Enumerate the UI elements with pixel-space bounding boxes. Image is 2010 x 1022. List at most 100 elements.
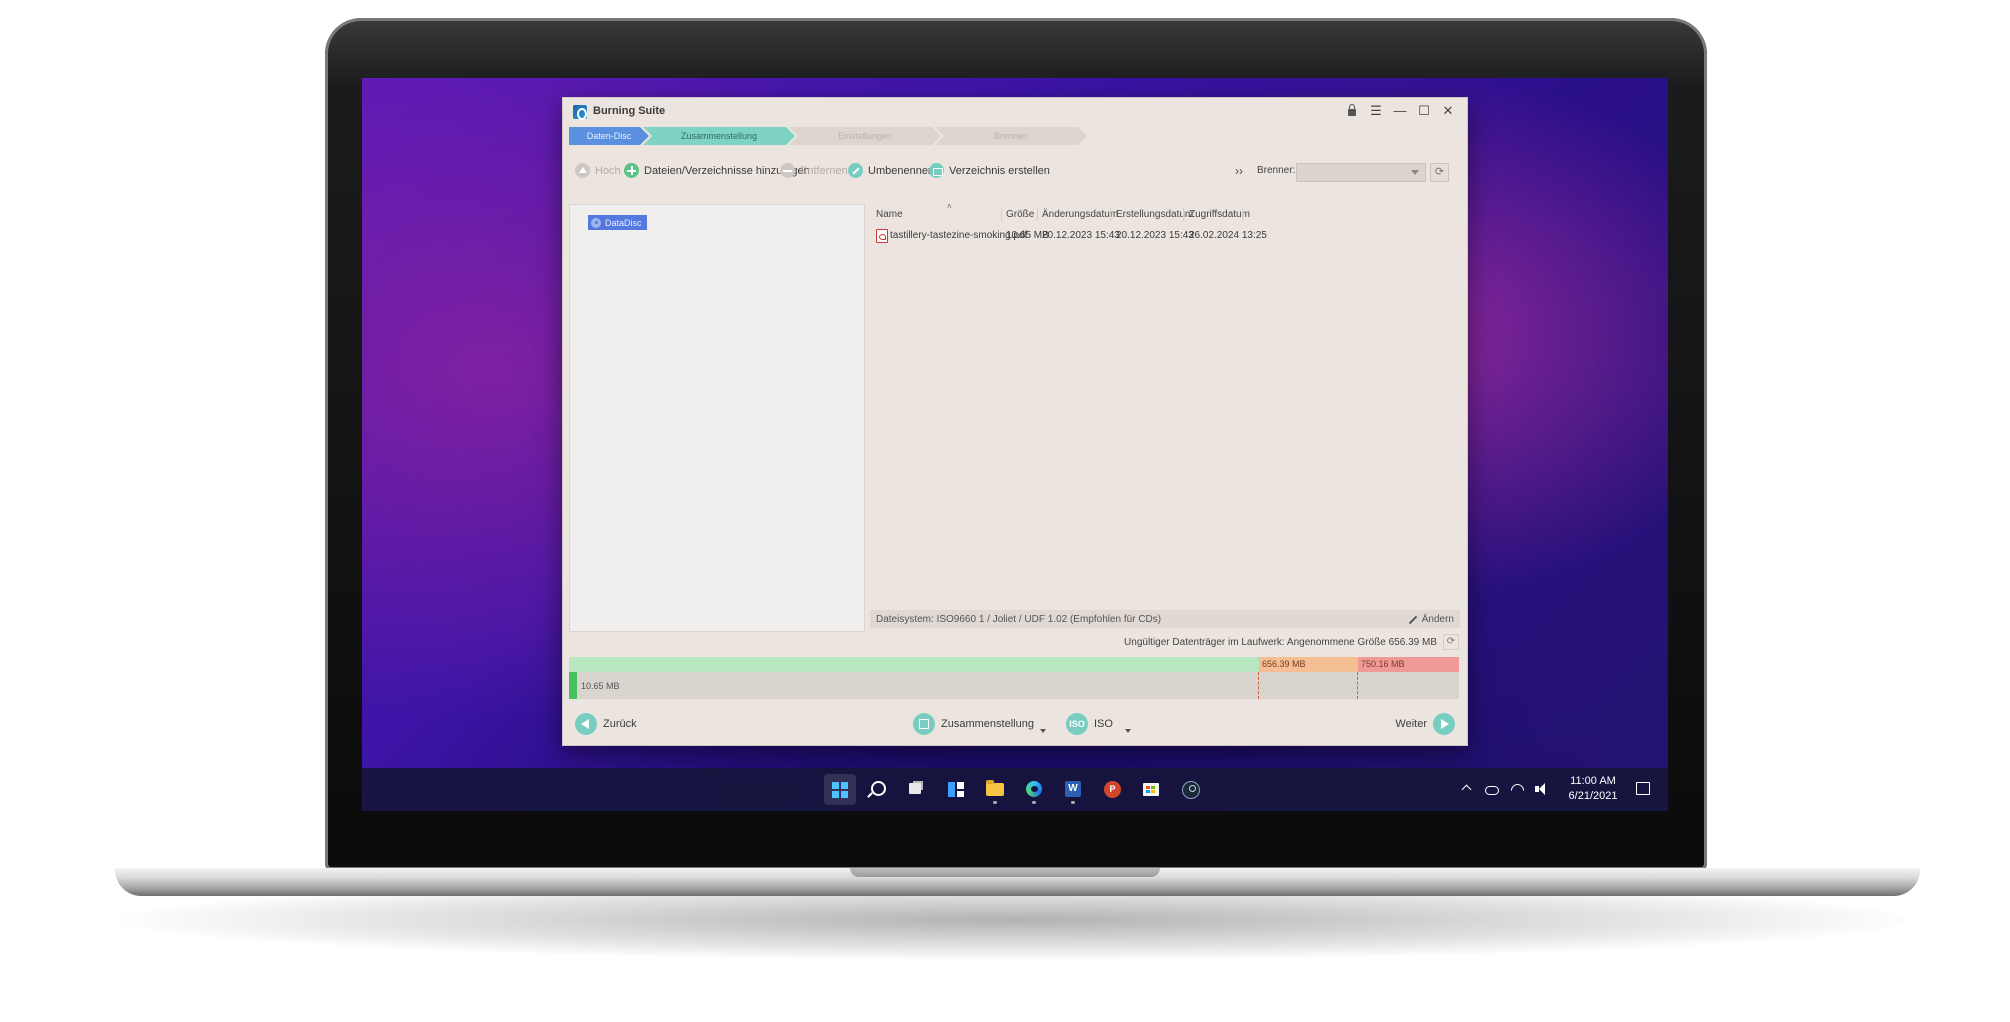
powerpoint-button[interactable]: P	[1096, 774, 1128, 805]
back-button[interactable]: Zurück	[575, 713, 637, 735]
store-button[interactable]	[1135, 774, 1167, 805]
create-folder-button[interactable]: Verzeichnis erstellen	[929, 163, 1050, 178]
clock-date: 6/21/2021	[1568, 790, 1618, 802]
capacity-mark-line	[1357, 672, 1358, 699]
onedrive-cloud-icon[interactable]	[1484, 782, 1499, 796]
clock[interactable]: 11:00 AM 6/21/2021	[1560, 774, 1626, 804]
column-divider[interactable]	[1110, 207, 1111, 221]
step-zusammenstellung[interactable]: Zusammenstellung	[643, 127, 795, 145]
column-header-size[interactable]: Größe	[1006, 209, 1034, 220]
up-button[interactable]: Hoch	[575, 163, 621, 178]
back-arrow-icon	[575, 713, 597, 735]
title-bar: Burning Suite ☰ — ☐ ✕	[563, 98, 1467, 124]
burner-select[interactable]	[1296, 163, 1426, 182]
column-header-modified[interactable]: Änderungsdatum	[1042, 209, 1118, 220]
burner-refresh-button[interactable]: ⟳	[1430, 163, 1449, 182]
remove-label: Entfernen	[800, 164, 848, 177]
file-modified: 20.12.2023 15:43	[1042, 230, 1120, 241]
taskbar: W P 11:00 AM 6/21/2021	[362, 768, 1668, 811]
capacity-mark-750: 750.16 MB	[1361, 659, 1405, 669]
edge-button[interactable]	[1018, 774, 1050, 805]
capacity-used-label: 10.65 MB	[581, 681, 620, 691]
rename-pen-icon	[848, 163, 863, 178]
bottom-navigation: Zurück Zusammenstellung ISO ISO Weiter	[563, 703, 1467, 743]
edge-icon	[1026, 781, 1042, 797]
running-indicator	[1032, 801, 1036, 804]
column-divider[interactable]	[1183, 207, 1184, 221]
wifi-icon[interactable]	[1510, 782, 1524, 796]
column-divider[interactable]	[1037, 207, 1038, 221]
disc-status-text: Ungültiger Datenträger im Laufwerk: Ange…	[1124, 637, 1437, 648]
filesystem-edit-button[interactable]: Ändern	[1408, 614, 1454, 625]
step-einstellungen[interactable]: Einstellungen	[789, 127, 941, 145]
window-title: Burning Suite	[593, 105, 666, 117]
column-divider[interactable]	[1001, 207, 1002, 221]
show-hidden-icons-chevron-icon[interactable]	[1460, 782, 1474, 796]
dropdown-arrow-icon	[1039, 729, 1046, 733]
capacity-ok-zone	[569, 657, 1259, 672]
file-created: 20.12.2023 15:43	[1116, 230, 1194, 241]
file-list: Name ˄ Größe Änderungsdatum Erstellungsd…	[870, 202, 1460, 609]
next-button[interactable]: Weiter	[1395, 713, 1455, 735]
tree-node-label: DataDisc	[605, 217, 642, 228]
compilation-label: Zusammenstellung	[941, 718, 1034, 730]
file-explorer-icon	[986, 780, 1004, 796]
capacity-mark-656: 656.39 MB	[1262, 659, 1306, 669]
search-button[interactable]	[862, 774, 894, 805]
tree-node-datadisc[interactable]: DataDisc	[588, 215, 647, 230]
folder-tree: DataDisc	[569, 204, 865, 632]
widgets-icon	[948, 782, 964, 797]
more-toolbar-button[interactable]: ››	[1235, 164, 1243, 178]
add-icon	[624, 163, 639, 178]
iso-icon: ISO	[1066, 713, 1088, 735]
dropdown-arrow-icon	[1124, 729, 1131, 733]
volume-icon[interactable]	[1534, 782, 1548, 796]
start-button[interactable]	[824, 774, 856, 805]
running-indicator	[993, 801, 997, 804]
remove-icon	[780, 163, 795, 178]
iso-label: ISO	[1094, 718, 1113, 730]
iso-dropdown[interactable]: ISO ISO	[1066, 713, 1131, 735]
disc-refresh-button[interactable]: ⟳	[1443, 634, 1459, 650]
column-header-accessed[interactable]: Zugriffsdatum	[1189, 209, 1250, 220]
disc-icon	[591, 217, 601, 228]
step-brennen[interactable]: Brennen	[935, 127, 1087, 145]
sort-indicator-icon: ˄	[947, 202, 952, 211]
minimize-button[interactable]: —	[1393, 102, 1407, 120]
new-folder-icon	[929, 163, 944, 178]
rename-label: Umbenennen	[868, 164, 935, 177]
lock-icon[interactable]	[1345, 102, 1359, 120]
clock-time: 11:00 AM	[1570, 775, 1616, 787]
remove-button[interactable]: Entfernen	[780, 163, 848, 178]
word-button[interactable]: W	[1057, 774, 1089, 805]
back-label: Zurück	[603, 718, 637, 730]
file-accessed: 26.02.2024 13:25	[1189, 230, 1267, 241]
notification-icon[interactable]	[1636, 782, 1650, 795]
system-tray: 11:00 AM 6/21/2021	[1460, 768, 1650, 811]
running-indicator	[1071, 801, 1075, 804]
up-arrow-icon	[575, 163, 590, 178]
step-daten-disc[interactable]: Daten-Disc	[569, 127, 649, 145]
filesystem-edit-label: Ändern	[1421, 614, 1454, 625]
column-header-name[interactable]: Name	[876, 209, 903, 220]
app-logo-icon	[573, 105, 587, 120]
capacity-mark-line	[1258, 672, 1259, 699]
store-icon	[1143, 783, 1159, 796]
column-header-created[interactable]: Erstellungsdatum	[1116, 209, 1193, 220]
column-divider[interactable]	[1242, 207, 1243, 221]
widgets-button[interactable]	[940, 774, 972, 805]
compilation-dropdown[interactable]: Zusammenstellung	[913, 713, 1046, 735]
file-explorer-button[interactable]	[979, 774, 1011, 805]
capacity-bar: 656.39 MB 750.16 MB 10.65 MB	[569, 657, 1459, 699]
menu-icon[interactable]: ☰	[1369, 102, 1383, 120]
next-label: Weiter	[1395, 718, 1427, 730]
rename-button[interactable]: Umbenennen	[848, 163, 934, 178]
steam-button[interactable]	[1174, 774, 1206, 805]
task-view-button[interactable]	[901, 774, 933, 805]
search-icon	[871, 781, 886, 796]
maximize-button[interactable]: ☐	[1417, 102, 1431, 120]
word-icon: W	[1065, 781, 1081, 797]
filesystem-bar: Dateisystem: ISO9660 1 / Joliet / UDF 1.…	[870, 610, 1460, 628]
close-button[interactable]: ✕	[1441, 102, 1455, 120]
powerpoint-icon: P	[1104, 781, 1121, 798]
